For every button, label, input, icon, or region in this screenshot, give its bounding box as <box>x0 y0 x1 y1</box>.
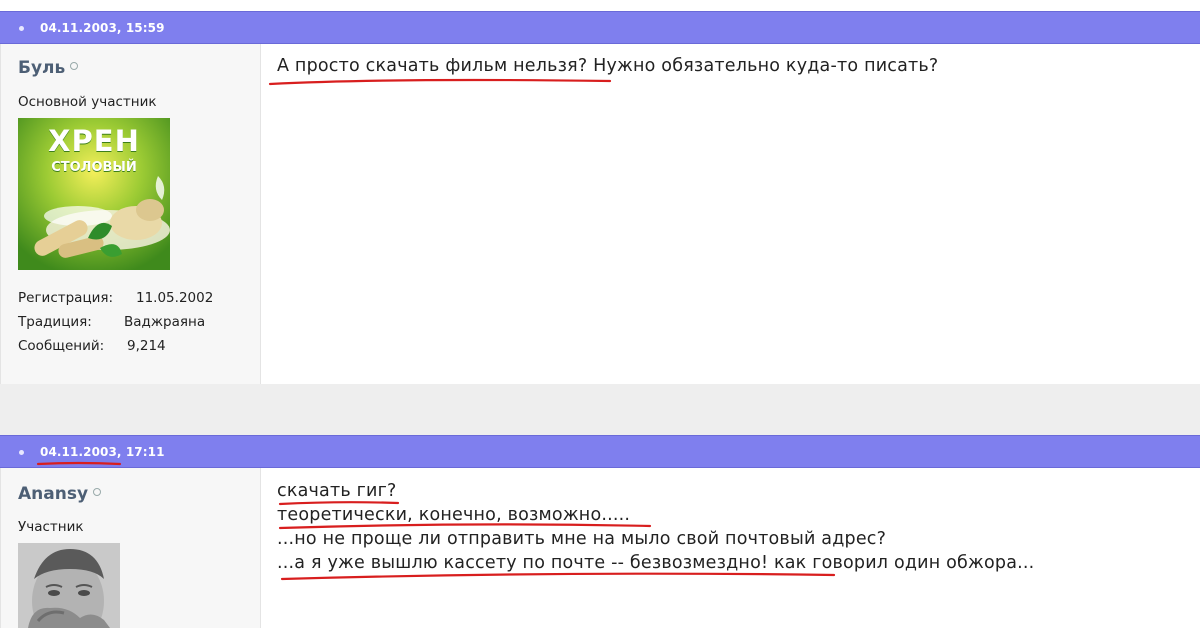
post-2-username[interactable]: Anansy <box>18 484 102 504</box>
avatar-subtitle: СТОЛОВЫЙ <box>51 160 137 175</box>
stat-value: 9,214 <box>127 338 166 354</box>
post-1-user-panel: Буль Основной участник ХРЕН СТОЛОВЫЙ Рег… <box>0 44 261 384</box>
man-face-photo <box>18 543 120 628</box>
avatar-title: ХРЕН <box>48 124 140 158</box>
post-1: 04.11.2003, 15:59 Буль Основной участник <box>0 11 1200 384</box>
post-separator <box>0 384 1200 435</box>
post-2-message-line-2: теоретически, конечно, возможно..... <box>277 505 631 525</box>
post-2-message-line-1: скачать гиг? <box>277 481 397 501</box>
post-1-rank: Основной участник <box>18 94 157 110</box>
offline-status-icon <box>70 62 79 70</box>
post-2-rank: Участник <box>18 519 84 535</box>
stat-label: Сообщений: <box>18 338 105 354</box>
post-2: 04.11.2003, 17:11 Anansy Участник скачат… <box>0 435 1200 628</box>
post-1-username-link[interactable]: Буль <box>18 58 65 78</box>
post-2-date: 04.11.2003, 17:11 <box>40 445 165 459</box>
post-2-avatar[interactable] <box>18 543 120 628</box>
post-1-username[interactable]: Буль <box>18 58 79 78</box>
stat-value: 11.05.2002 <box>136 290 214 306</box>
stat-label: Регистрация: <box>18 290 114 306</box>
post-1-stat-registration: Регистрация: 11.05.2002 <box>18 290 213 306</box>
bullet-icon <box>19 450 24 455</box>
post-2-header: 04.11.2003, 17:11 <box>0 435 1200 468</box>
stat-label: Традиция: <box>18 314 92 330</box>
post-2-message-line-3: ...но не проще ли отправить мне на мыло … <box>277 529 887 549</box>
post-1-message-line: А просто скачать фильм нельзя? Нужно обя… <box>277 56 939 76</box>
bullet-icon <box>19 26 24 31</box>
post-1-date: 04.11.2003, 15:59 <box>40 21 165 35</box>
post-1-header: 04.11.2003, 15:59 <box>0 11 1200 44</box>
post-1-stat-tradition: Традиция: Ваджраяна <box>18 314 205 330</box>
post-2-message-line-4: ...а я уже вышлю кассету по почте -- без… <box>277 553 1035 573</box>
offline-status-icon <box>93 488 102 496</box>
post-2-user-panel: Anansy Участник <box>0 468 261 628</box>
post-1-content <box>261 44 1200 384</box>
post-2-username-link[interactable]: Anansy <box>18 484 88 504</box>
post-1-avatar[interactable]: ХРЕН СТОЛОВЫЙ <box>18 118 170 270</box>
post-1-stat-posts: Сообщений: 9,214 <box>18 338 166 354</box>
stat-value: Ваджраяна <box>124 314 206 330</box>
